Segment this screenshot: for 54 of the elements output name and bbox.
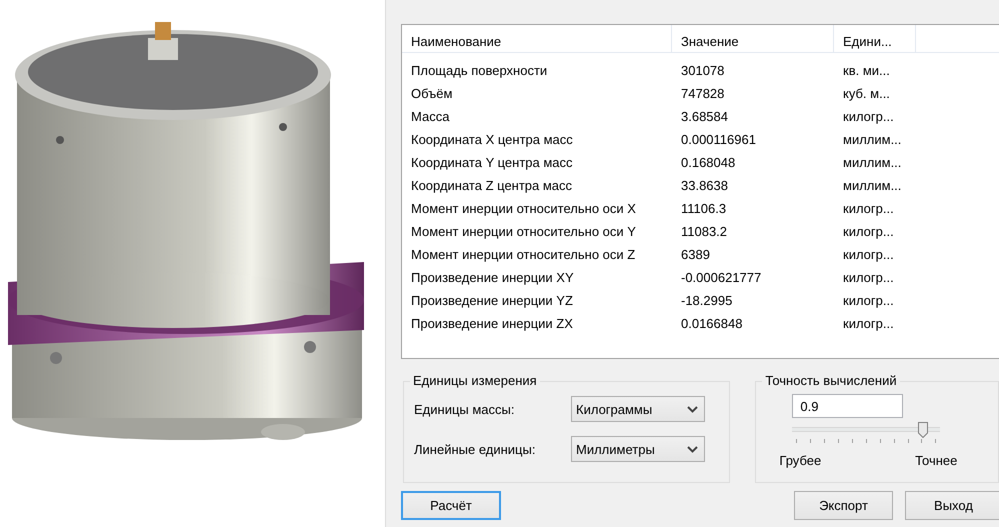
table-cell-text: килогр...	[842, 270, 895, 285]
table-cell-text: Координата Z центра масс	[410, 178, 574, 193]
column-header[interactable]: Едини...	[834, 25, 916, 52]
precision-field[interactable]: 0.9	[792, 394, 904, 418]
table-cell-text: -0.000621777	[680, 270, 762, 285]
table-cell-text: 0.0166848	[680, 316, 744, 331]
table-cell-text: Масса	[410, 109, 450, 124]
table-cell-text: килогр...	[842, 316, 895, 331]
table-cell-text: куб. м...	[842, 86, 891, 101]
table-cell-text: 11083.2	[680, 224, 728, 239]
table-cell-text: 11106.3	[680, 201, 728, 216]
table-cell-text: миллим...	[842, 155, 902, 170]
table-cell-text: Произведение инерции XY	[410, 270, 575, 285]
dropdown[interactable]: Миллиметры	[571, 436, 705, 462]
slider-max-label: Точнее	[915, 453, 958, 468]
table-cell-text: Момент инерции относительно оси Z	[410, 247, 636, 262]
table-cell-text: Момент инерции относительно оси X	[410, 201, 637, 216]
table-cell-text: 0.168048	[680, 155, 736, 170]
slider-min-label: Грубее	[779, 453, 822, 468]
table-cell-text: килогр...	[842, 201, 895, 216]
table-cell-text: Произведение инерции YZ	[410, 293, 574, 308]
dialog-button[interactable]: Экспорт	[794, 491, 893, 520]
table-cell-text: Объём	[410, 86, 454, 101]
table-cell-text: -18.2995	[680, 293, 734, 308]
slider-thumb[interactable]	[918, 422, 928, 438]
table-cell-text: Координата X центра масс	[410, 132, 574, 147]
table-cell-text: килогр...	[842, 247, 895, 262]
table-cell-text: Момент инерции относительно оси Y	[410, 224, 637, 239]
field-label: Единицы массы:	[414, 402, 516, 416]
table-cell-text: 6389	[680, 247, 711, 262]
table-cell-text: килогр...	[842, 109, 895, 124]
group-title: Единицы измерения	[410, 373, 540, 388]
table-cell-text: миллим...	[842, 178, 902, 193]
table-cell-text: килогр...	[842, 293, 895, 308]
dialog-button[interactable]: Выход	[905, 491, 999, 520]
table-cell-text: 301078	[680, 63, 726, 78]
table-cell-text: Произведение инерции ZX	[410, 316, 574, 331]
field-label: Линейные единицы:	[414, 442, 536, 456]
column-header[interactable]: Значение	[672, 25, 834, 52]
table-cell-text: 0.000116961	[680, 132, 757, 147]
table-cell-text: 747828	[680, 86, 726, 101]
dialog-button[interactable]: Расчёт	[401, 491, 501, 520]
group-title: Точность вычислений	[762, 373, 900, 388]
table-cell-text: миллим...	[842, 132, 902, 147]
dropdown[interactable]: Килограммы	[571, 396, 705, 422]
table-cell-text: кв. ми...	[842, 63, 891, 78]
chevron-down-icon	[687, 446, 698, 452]
table-cell-text: Площадь поверхности	[410, 63, 548, 78]
table-cell-text: 3.68584	[680, 109, 729, 124]
table-cell-text: Координата Y центра масс	[410, 155, 574, 170]
table-cell-text: 33.8638	[680, 178, 729, 193]
table-cell-text: килогр...	[842, 224, 895, 239]
chevron-down-icon	[687, 406, 698, 412]
column-header[interactable]: Наименование	[402, 25, 672, 52]
